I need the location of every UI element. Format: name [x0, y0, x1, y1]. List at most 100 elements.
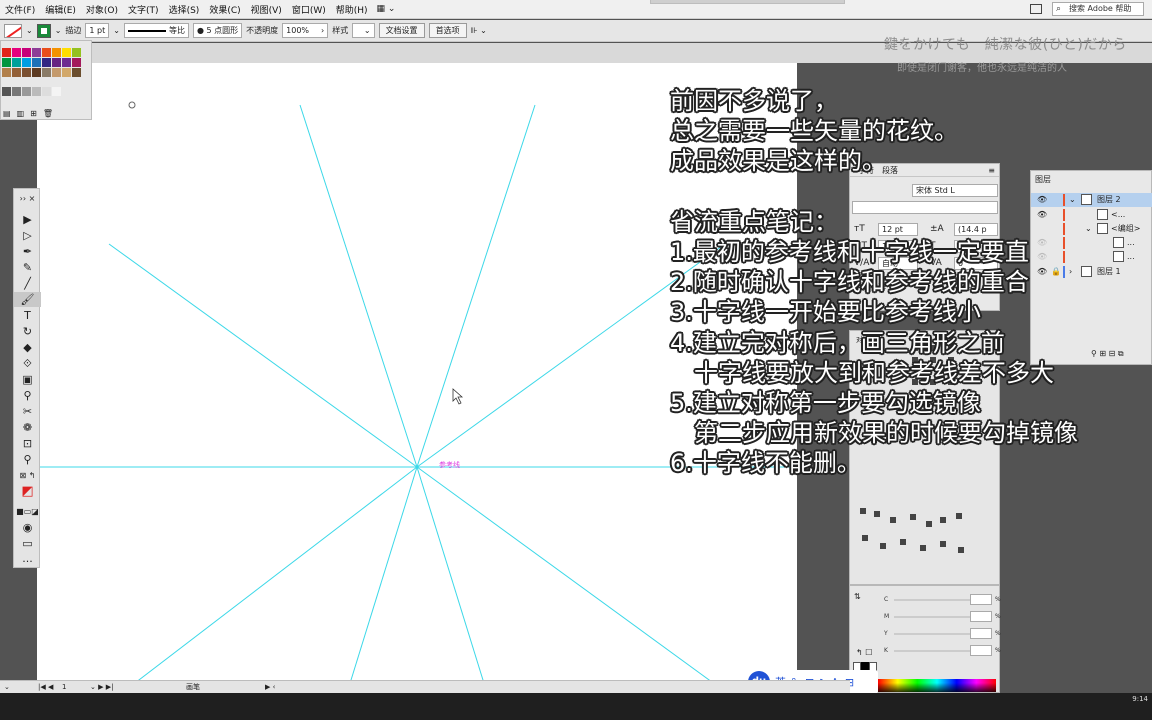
selection-tool-icon[interactable]: ▶	[14, 212, 41, 227]
first-page-icon[interactable]: |◀ ◀	[38, 681, 53, 693]
layer-row[interactable]: 👁 ⌄ 图层 2	[1031, 193, 1152, 207]
help-search-input[interactable]: ⌕ 搜索 Adobe 帮助	[1052, 2, 1144, 16]
gray-swatch[interactable]	[52, 87, 61, 96]
align-option-icon[interactable]	[874, 511, 880, 517]
opacity-field[interactable]: 100% ›	[282, 23, 329, 38]
channel-m-slider[interactable]	[894, 616, 972, 618]
chevron-right-icon[interactable]: ›	[1069, 265, 1072, 279]
color-swatch[interactable]	[72, 48, 81, 57]
align-option-icon[interactable]	[862, 535, 868, 541]
swatch-library-icon[interactable]: ▤	[3, 109, 11, 118]
align-option-icon[interactable]	[880, 543, 886, 549]
menu-object[interactable]: 对象(O)	[81, 3, 123, 16]
font-size-field[interactable]: 12 pt	[878, 223, 918, 236]
channel-c-slider[interactable]	[894, 599, 972, 601]
channel-k-field[interactable]	[970, 645, 992, 656]
color-swatch[interactable]	[72, 68, 81, 77]
line-tool-icon[interactable]: ╱	[14, 276, 41, 291]
color-panel-menu-icon[interactable]: ⇅	[854, 592, 861, 601]
more-tools-icon[interactable]: ···	[14, 554, 41, 569]
menu-view[interactable]: 视图(V)	[246, 3, 287, 16]
align-option-icon[interactable]	[890, 517, 896, 523]
paintbrush-tool-icon[interactable]: 🖌	[14, 292, 41, 307]
tab-layers[interactable]: 图层	[1035, 174, 1051, 185]
stroke-label[interactable]: 描边	[65, 23, 81, 38]
chevron-down-icon[interactable]: ⌄	[1069, 193, 1076, 207]
color-swatch[interactable]	[52, 48, 61, 57]
align-option-icon[interactable]	[958, 547, 964, 553]
variable-width-profile-select[interactable]: 等比	[123, 23, 189, 38]
chevron-down-icon[interactable]: ⌄	[113, 23, 120, 38]
color-swatch[interactable]	[2, 58, 11, 67]
swap-fill-stroke-icon[interactable]: ⊠ ↰	[14, 468, 41, 483]
blend-tool-icon[interactable]: ✂	[14, 404, 41, 419]
color-swatch[interactable]	[22, 48, 31, 57]
font-family-select[interactable]: 宋体 Std L	[912, 184, 998, 197]
arrange-documents-icon[interactable]: ▦ ⌄	[377, 4, 396, 14]
artboard-tool-icon[interactable]: ⊡	[14, 436, 41, 451]
color-swatch[interactable]	[22, 58, 31, 67]
page-number[interactable]: 1	[62, 681, 66, 693]
delete-swatch-icon[interactable]: 🗑	[43, 109, 53, 118]
font-style-select[interactable]	[852, 201, 998, 214]
channel-y-field[interactable]	[970, 628, 992, 639]
align-option-icon[interactable]	[926, 521, 932, 527]
stroke-color-swatch[interactable]	[4, 23, 22, 38]
leading-field[interactable]: (14.4 p	[954, 223, 998, 236]
screen-mode-icon[interactable]: ▭	[14, 536, 41, 551]
gray-swatch[interactable]	[12, 87, 21, 96]
color-swatch[interactable]	[2, 68, 11, 77]
eye-icon[interactable]: 👁	[1037, 208, 1047, 222]
color-swatch[interactable]	[42, 48, 51, 57]
menu-help[interactable]: 帮助(H)	[331, 3, 373, 16]
menu-window[interactable]: 窗口(W)	[287, 3, 331, 16]
fill-color-swatch[interactable]	[36, 23, 51, 38]
color-swatch[interactable]	[32, 58, 41, 67]
color-swatch[interactable]	[2, 48, 11, 57]
align-option-icon[interactable]	[940, 517, 946, 523]
opacity-label[interactable]: 不透明度	[246, 23, 278, 38]
status-menu-icon[interactable]: ▶ ‹	[265, 681, 275, 693]
gray-swatch[interactable]	[32, 87, 41, 96]
gray-swatch[interactable]	[2, 87, 11, 96]
gradient-tool-icon[interactable]: ▣	[14, 372, 41, 387]
layer-row[interactable]: 👁 ...	[1031, 236, 1152, 250]
eye-icon[interactable]: 👁	[1037, 265, 1047, 279]
toolbar-collapse-icon[interactable]: ›› ×	[14, 191, 41, 206]
align-option-icon[interactable]	[900, 539, 906, 545]
symbol-sprayer-tool-icon[interactable]: ❁	[14, 420, 41, 435]
align-option-icon[interactable]	[860, 508, 866, 514]
color-swatch[interactable]	[12, 48, 21, 57]
layer-row[interactable]: 👁 ...	[1031, 250, 1152, 264]
layers-footer-icons[interactable]: ⚲ ⊞ ⊟ ⧉	[1091, 349, 1124, 359]
document-setup-button[interactable]: 文档设置	[378, 23, 425, 38]
color-swatch[interactable]	[22, 68, 31, 77]
eye-icon[interactable]: 👁	[1037, 236, 1047, 250]
chevron-down-icon[interactable]: ⌄	[1085, 222, 1092, 236]
lock-icon[interactable]: 🔒	[1051, 265, 1061, 279]
color-swatch[interactable]	[42, 68, 51, 77]
fill-stroke-none-icon[interactable]: ◩	[14, 484, 41, 499]
menu-effect[interactable]: 效果(C)	[204, 3, 245, 16]
panel-menu-icon[interactable]: ≡	[988, 166, 999, 175]
eyedropper-tool-icon[interactable]: ⚲	[14, 388, 41, 403]
channel-k-slider[interactable]	[894, 650, 972, 652]
color-swatch[interactable]	[42, 58, 51, 67]
graphic-style-select[interactable]: ⌄	[352, 23, 375, 38]
align-option-icon[interactable]	[920, 545, 926, 551]
menu-file[interactable]: 文件(F)	[0, 3, 40, 16]
rotate-tool-icon[interactable]: ↻	[14, 324, 41, 339]
drawing-mode-icon[interactable]: ◉	[14, 520, 41, 535]
next-page-icon[interactable]: ⌄ ▶ ▶|	[90, 681, 113, 693]
channel-m-field[interactable]	[970, 611, 992, 622]
panel-menu-icon[interactable]: ⊪ ⌄	[471, 23, 487, 38]
channel-c-field[interactable]	[970, 594, 992, 605]
pen-tool-icon[interactable]: ✒	[14, 244, 41, 259]
eye-icon[interactable]: 👁	[1037, 193, 1047, 207]
chevron-down-icon[interactable]: ⌄	[26, 23, 33, 38]
chevron-down-icon[interactable]: ⌄	[55, 23, 62, 38]
menu-edit[interactable]: 编辑(E)	[40, 3, 81, 16]
direct-selection-tool-icon[interactable]: ▷	[14, 228, 41, 243]
gray-swatch[interactable]	[42, 87, 51, 96]
brush-definition-select[interactable]: ● 5 点圆形	[192, 23, 243, 38]
